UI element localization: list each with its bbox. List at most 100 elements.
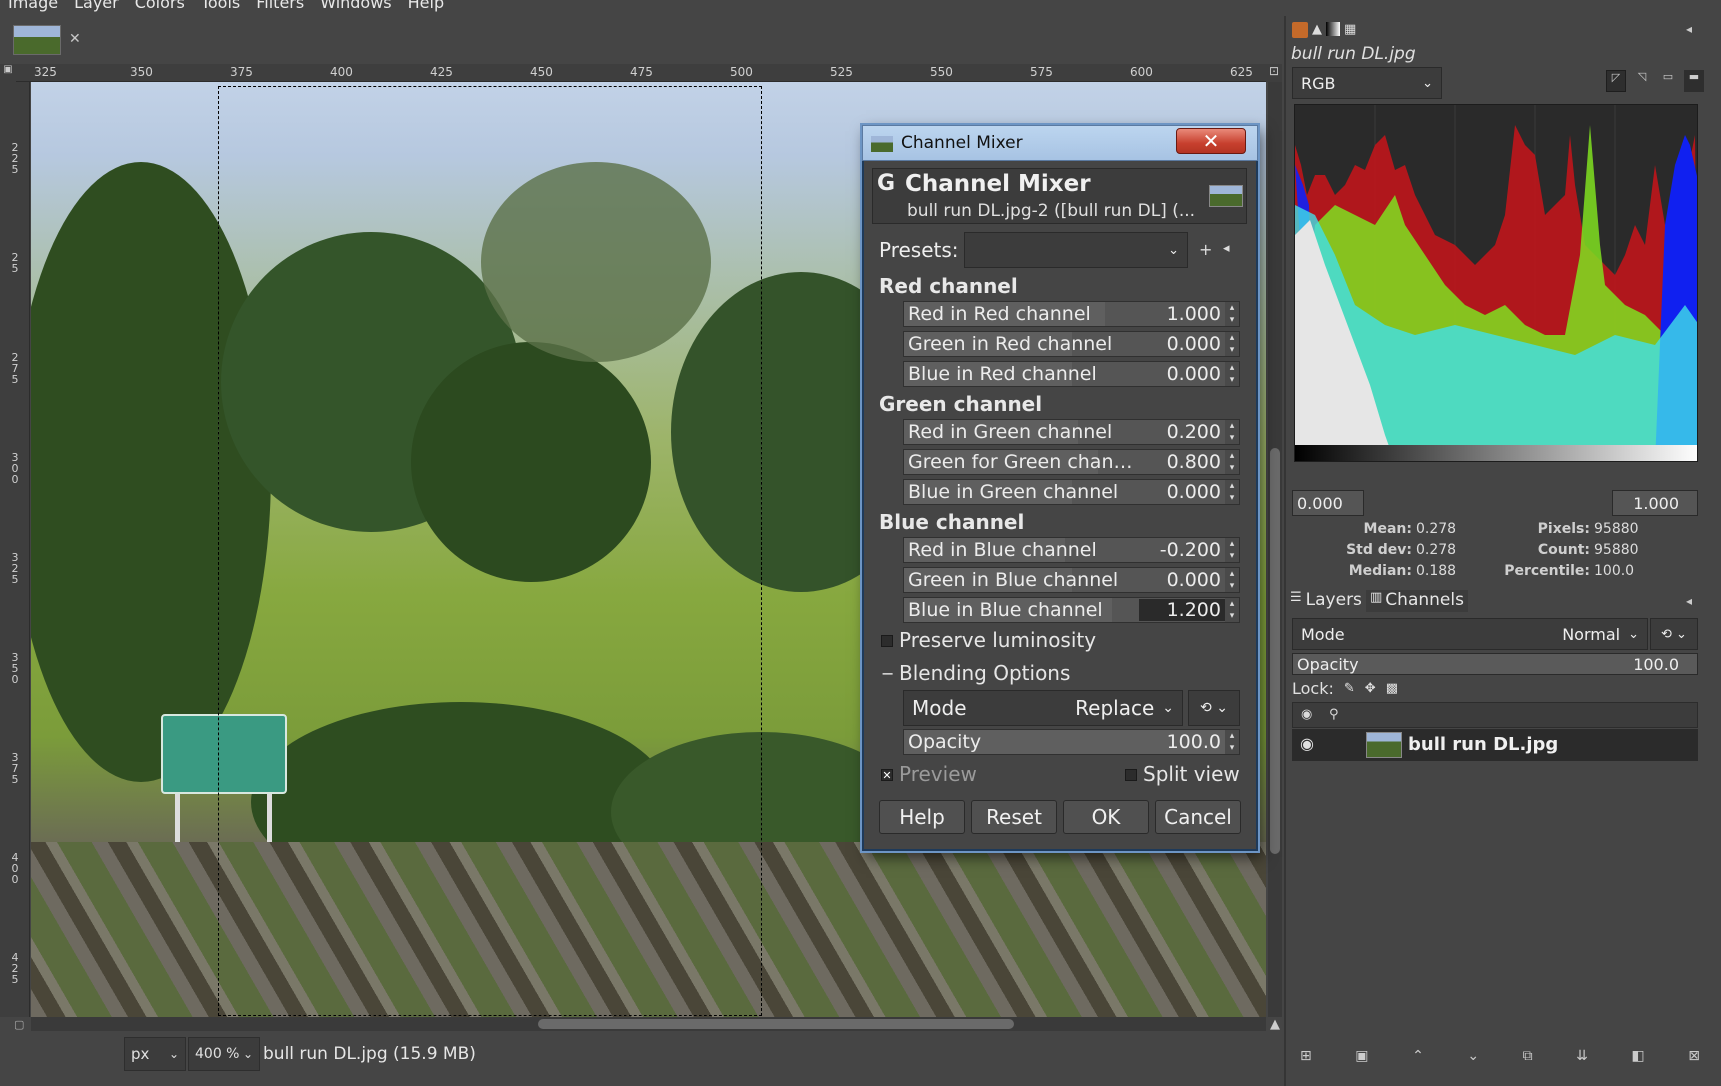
composite-mode-select[interactable]: ⟲ ⌄: [1650, 618, 1698, 650]
help-button[interactable]: Help: [879, 800, 965, 834]
close-icon[interactable]: ✕: [1176, 128, 1246, 154]
blue-in-green-slider[interactable]: Blue in Green channel 0.000 ▴ ▾: [903, 479, 1240, 505]
blend-mode-label: Mode: [912, 696, 967, 720]
unit-select[interactable]: px ⌄: [124, 1037, 186, 1071]
red-in-blue-slider[interactable]: Red in Blue channel -0.200 ▴ ▾: [903, 537, 1240, 563]
preview-checkbox[interactable]: ✕: [881, 769, 893, 781]
slider-label: Green for Green chan…: [908, 451, 1133, 473]
layer-opacity-slider[interactable]: Opacity 100.0: [1292, 653, 1698, 675]
range-low-input[interactable]: 0.000: [1292, 490, 1364, 516]
presets-select[interactable]: ⌄: [964, 232, 1188, 268]
menu-colors[interactable]: Colors: [135, 0, 185, 16]
lock-alpha-icon[interactable]: ▩: [1386, 681, 1398, 696]
selection-marquee[interactable]: [218, 86, 762, 1016]
anchor-layer-icon[interactable]: ⇊: [1576, 1048, 1588, 1070]
green-for-green-slider[interactable]: Green for Green chan… 0.800 ▴ ▾: [903, 449, 1240, 475]
quick-mask-icon[interactable]: ▢: [14, 1018, 24, 1031]
new-layer-icon[interactable]: ⊞: [1300, 1048, 1312, 1070]
menu-filters[interactable]: Filters: [256, 0, 304, 16]
image-tab-thumbnail[interactable]: [13, 25, 61, 55]
blend-composite-select[interactable]: ⟲ ⌄: [1188, 690, 1240, 726]
blue-in-red-slider[interactable]: Blue in Red channel 0.000 ▴ ▾: [903, 361, 1240, 387]
spin-arrows-icon[interactable]: ▴ ▾: [1225, 538, 1239, 562]
split-view-checkbox[interactable]: [1125, 769, 1137, 781]
channel-select[interactable]: RGB ⌄: [1292, 67, 1442, 99]
red-in-red-slider[interactable]: Red in Red channel 1.000 ▴ ▾: [903, 301, 1240, 327]
menu-layer[interactable]: Layer: [74, 0, 119, 16]
delete-layer-icon[interactable]: ⊠: [1688, 1048, 1700, 1070]
chevron-down-icon: ⌄: [1628, 626, 1639, 642]
preview-label[interactable]: Preview: [899, 762, 977, 786]
close-tab-icon[interactable]: ✕: [69, 31, 81, 47]
lock-position-icon[interactable]: ✥: [1365, 681, 1376, 696]
range-high-input[interactable]: 1.000: [1612, 490, 1698, 516]
log-scale-icon[interactable]: ◹: [1632, 70, 1652, 92]
zoom-fit-icon[interactable]: ▲: [1270, 1017, 1280, 1032]
linear-scale-icon[interactable]: ◸: [1606, 70, 1626, 92]
channels-tab[interactable]: ▥ Channels: [1366, 590, 1468, 612]
blending-options-label[interactable]: Blending Options: [899, 661, 1070, 685]
cancel-button[interactable]: Cancel: [1155, 800, 1241, 834]
preserve-luminosity-label[interactable]: Preserve luminosity: [899, 628, 1096, 652]
reset-button[interactable]: Reset: [971, 800, 1057, 834]
raise-layer-icon[interactable]: ⌃: [1412, 1048, 1424, 1070]
preserve-luminosity-checkbox[interactable]: [881, 635, 893, 647]
blue-in-blue-slider[interactable]: Blue in Blue channel 1.200 ▴ ▾: [903, 597, 1240, 623]
blend-opacity-slider[interactable]: Opacity 100.0 ▴ ▾: [903, 729, 1240, 755]
spin-arrows-icon[interactable]: ▴ ▾: [1225, 480, 1239, 504]
slider-label: Red in Red channel: [908, 303, 1091, 325]
spin-arrows-icon[interactable]: ▴ ▾: [1225, 332, 1239, 356]
layer-mode-select[interactable]: Mode Normal ⌄: [1292, 618, 1648, 650]
histogram-graph[interactable]: [1294, 104, 1698, 462]
palette-icon[interactable]: ▦: [1344, 22, 1356, 40]
spin-arrows-icon[interactable]: ▴ ▾: [1225, 420, 1239, 444]
spin-arrows-icon[interactable]: ▴ ▾: [1225, 302, 1239, 326]
preset-menu-icon[interactable]: ◂: [1223, 241, 1230, 256]
spin-arrows-icon[interactable]: ▴ ▾: [1225, 362, 1239, 386]
percentile-value: 100.0: [1594, 563, 1635, 579]
lower-layer-icon[interactable]: ⌄: [1467, 1048, 1479, 1070]
slider-label: Red in Blue channel: [908, 539, 1097, 561]
spin-arrows-icon[interactable]: ▴ ▾: [1225, 598, 1239, 622]
green-channel-heading: Green channel: [879, 392, 1043, 416]
duplicate-layer-icon[interactable]: ⧉: [1523, 1048, 1533, 1070]
ruler-corner[interactable]: ▣: [0, 64, 16, 82]
menu-help[interactable]: Help: [408, 0, 444, 16]
vertical-scroll-thumb[interactable]: [1270, 448, 1280, 854]
menu-tools[interactable]: Tools: [201, 0, 240, 16]
visibility-eye-icon[interactable]: ◉: [1300, 734, 1314, 753]
spin-arrows-icon[interactable]: ▴ ▾: [1225, 568, 1239, 592]
view-icon[interactable]: ▭: [1658, 70, 1678, 92]
pixels-value: 95880: [1594, 521, 1639, 537]
zoom-select[interactable]: 400 % ⌄: [188, 1037, 260, 1071]
slider-value: 0.000: [1166, 481, 1221, 503]
pointer-icon[interactable]: [1292, 22, 1308, 38]
red-in-green-slider[interactable]: Red in Green channel 0.200 ▴ ▾: [903, 419, 1240, 445]
ruler-label: 400: [330, 65, 353, 79]
view-alt-icon[interactable]: ▬: [1684, 70, 1704, 92]
gradient-icon[interactable]: [1326, 22, 1340, 36]
lock-pixels-icon[interactable]: ✎: [1344, 681, 1355, 696]
histogram-icon[interactable]: ▲: [1312, 22, 1322, 40]
new-layer-group-icon[interactable]: ▣: [1355, 1048, 1368, 1070]
collapse-icon[interactable]: −: [881, 664, 894, 683]
dock-menu-icon[interactable]: ◂: [1686, 594, 1692, 608]
layer-name[interactable]: bull run DL.jpg: [1408, 734, 1558, 755]
layer-row[interactable]: ◉ bull run DL.jpg: [1292, 729, 1698, 761]
mask-layer-icon[interactable]: ◧: [1631, 1048, 1644, 1070]
split-view-label[interactable]: Split view: [1143, 762, 1240, 786]
menu-image[interactable]: Image: [8, 0, 58, 16]
spin-arrows-icon[interactable]: ▴ ▾: [1225, 730, 1239, 754]
horizontal-scroll-thumb[interactable]: [538, 1019, 1014, 1029]
spin-arrows-icon[interactable]: ▴ ▾: [1225, 450, 1239, 474]
menu-windows[interactable]: Windows: [320, 0, 391, 16]
green-in-blue-slider[interactable]: Green in Blue channel 0.000 ▴ ▾: [903, 567, 1240, 593]
ok-button[interactable]: OK: [1063, 800, 1149, 834]
add-preset-icon[interactable]: +: [1199, 240, 1212, 259]
chevron-down-icon: ⌄: [1422, 75, 1433, 91]
green-in-red-slider[interactable]: Green in Red channel 0.000 ▴ ▾: [903, 331, 1240, 357]
layers-tab[interactable]: ☰ Layers: [1290, 590, 1362, 612]
dock-menu-icon[interactable]: ◂: [1686, 22, 1692, 36]
navigate-icon[interactable]: ⊡: [1266, 64, 1282, 82]
blend-mode-select[interactable]: Mode Replace ⌄: [903, 690, 1183, 726]
